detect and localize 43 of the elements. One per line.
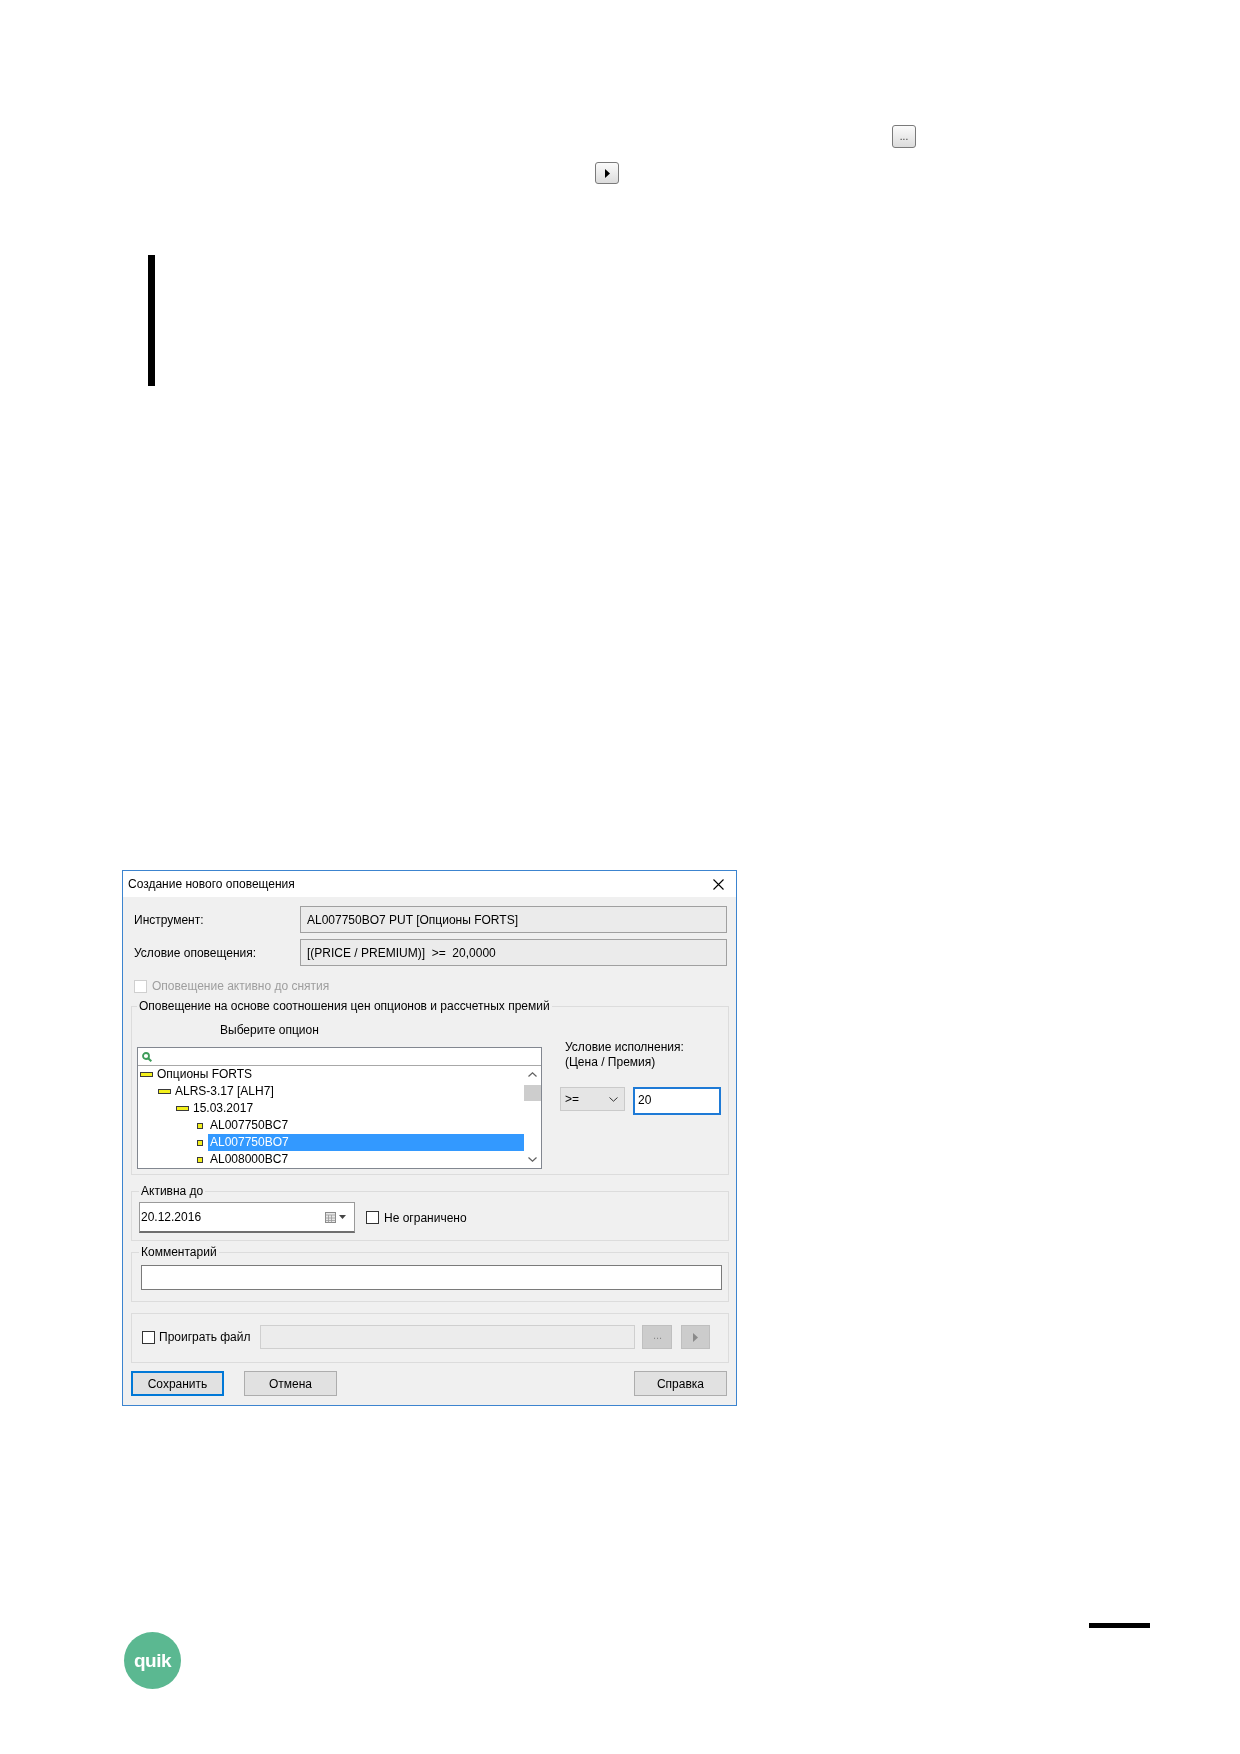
readonly-field[interactable]: [(PRICE / PREMIUM)] >= 20,0000 <box>300 939 727 966</box>
operator-dropdown[interactable]: >= <box>560 1087 625 1111</box>
condition-caption: Условие исполнения: (Цена / Премия) <box>564 1040 685 1070</box>
play-icon <box>604 168 610 178</box>
minus-icon[interactable] <box>140 1072 153 1077</box>
chevron-up-icon[interactable] <box>528 1072 537 1077</box>
minus-icon[interactable] <box>176 1106 189 1111</box>
checkbox-label: Оповещение активно до снятия <box>152 979 330 993</box>
date-picker[interactable]: 20.12.2016 <box>139 1202 355 1233</box>
field-label: Инструмент: <box>133 912 205 927</box>
field-label: Условие оповещения: <box>133 945 258 960</box>
threshold-input[interactable]: 20 <box>633 1087 721 1115</box>
close-icon <box>712 878 724 890</box>
readonly-field[interactable]: AL007750BO7 PUT [Опционы FORTS] <box>300 906 727 933</box>
horizontal-bar <box>1089 1623 1150 1628</box>
scrollbar-thumb[interactable] <box>524 1085 541 1101</box>
checkbox-label: Проиграть файл <box>159 1330 251 1344</box>
tree-item[interactable]: 15.03.2017 <box>191 1100 524 1117</box>
checkbox[interactable] <box>366 1211 379 1224</box>
ellipsis-button[interactable]: ... <box>892 125 916 148</box>
tree-item[interactable]: Опционы FORTS <box>155 1066 524 1083</box>
logo: quik <box>124 1632 181 1689</box>
chevron-down-icon[interactable] <box>528 1157 537 1162</box>
minus-icon[interactable] <box>158 1089 171 1094</box>
chevron-down-icon <box>609 1096 618 1102</box>
window-title: Создание нового оповещения <box>128 877 295 891</box>
comment-field[interactable] <box>141 1265 722 1290</box>
calendar-icon <box>325 1211 336 1223</box>
caret-down-icon <box>339 1215 346 1219</box>
tree-item[interactable]: AL007750BC7 <box>208 1117 524 1134</box>
group-title: Комментарий <box>140 1245 218 1260</box>
play-icon <box>693 1332 699 1342</box>
dialog-button[interactable]: Сохранить <box>131 1371 224 1396</box>
checkbox-label: Не ограничено <box>384 1210 467 1225</box>
dialog-button[interactable]: Справка <box>634 1371 727 1396</box>
play-button[interactable] <box>595 162 619 184</box>
dialog-button[interactable]: Отмена <box>244 1371 337 1396</box>
group-title: Активна до <box>140 1184 205 1199</box>
search-icon <box>142 1051 152 1062</box>
tree-item[interactable]: AL008000BC7 <box>208 1151 524 1168</box>
tree-item[interactable]: ALRS-3.17 [ALH7] <box>173 1083 524 1100</box>
tree-caption: Выберите опцион <box>220 1023 320 1038</box>
group-title: Оповещение на основе соотношения цен опционов и рассчетных премий <box>138 999 551 1014</box>
